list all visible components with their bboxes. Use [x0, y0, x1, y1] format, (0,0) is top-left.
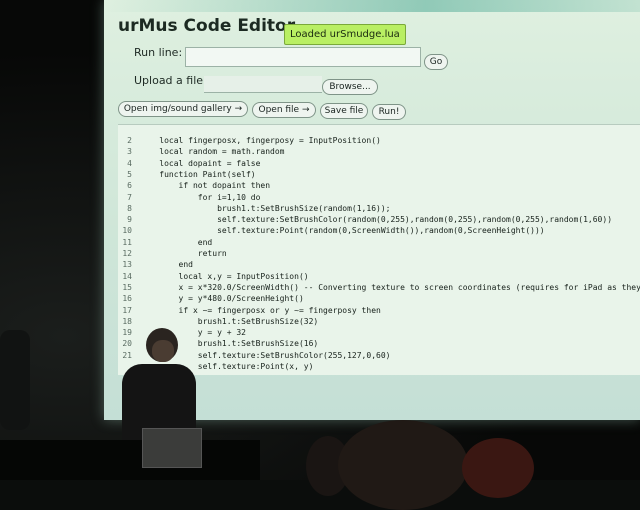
line-number: 12 — [122, 249, 132, 258]
line-number: 11 — [122, 237, 132, 247]
run-line-label: Run line: — [134, 46, 183, 59]
line-number: 16 — [122, 294, 132, 304]
code-line: 9 self.texture:SetBrushColor(random(0,25… — [118, 214, 640, 225]
code-line: 6 if not dopaint then — [118, 180, 640, 191]
line-number: 7 — [127, 192, 132, 202]
laptop — [142, 428, 202, 468]
open-gallery-button[interactable]: Open img/sound gallery → — [118, 101, 248, 117]
line-number: 3 — [127, 147, 132, 157]
podium-desk — [0, 440, 260, 480]
code-line: 8 brush1.t:SetBrushSize(random(1,16)); — [118, 203, 640, 214]
code-text: x = x*320.0/ScreenWidth() -- Converting … — [140, 282, 640, 292]
code-line: 7 for i=1,10 do — [118, 192, 640, 203]
code-line: 12 return — [118, 248, 640, 259]
line-number: 17 — [122, 305, 132, 315]
status-badge: Loaded urSmudge.lua — [284, 24, 406, 45]
line-number: 14 — [122, 271, 132, 281]
code-line: 10 self.texture:Point(random(0,ScreenWid… — [118, 225, 640, 236]
code-line: 5 function Paint(self) — [118, 169, 640, 180]
line-number: 10 — [122, 226, 132, 236]
line-number: 13 — [122, 260, 132, 270]
upload-label: Upload a file: — [134, 74, 207, 87]
go-button[interactable]: Go — [424, 54, 448, 70]
audience-head — [462, 438, 534, 498]
code-text: local fingerposx, fingerposy = InputPosi… — [140, 136, 381, 145]
code-line: 4 local dopaint = false — [118, 158, 640, 169]
code-text: local dopaint = false — [140, 158, 261, 168]
audience-head — [338, 420, 468, 510]
line-number: 4 — [127, 158, 132, 168]
code-line: 3 local random = math.random — [118, 146, 640, 157]
code-line: 2 local fingerposx, fingerposy = InputPo… — [118, 135, 640, 146]
code-line: 16 y = y*480.0/ScreenHeight() — [118, 293, 640, 304]
code-line: 17 if x ~= fingerposx or y ~= fingerposy… — [118, 305, 640, 316]
code-line: 13 end — [118, 259, 640, 270]
line-number: 5 — [127, 169, 132, 179]
code-text: self.texture:Point(random(0,ScreenWidth(… — [140, 226, 545, 236]
code-text: y = y*480.0/ScreenHeight() — [140, 294, 304, 304]
open-file-button[interactable]: Open file → — [252, 102, 316, 118]
code-text: if not dopaint then — [140, 181, 271, 191]
browse-button[interactable]: Browse... — [322, 79, 378, 95]
line-number: 6 — [127, 181, 132, 191]
code-text: for i=1,10 do — [140, 192, 261, 202]
header-swoosh — [104, 0, 640, 12]
line-number: 2 — [127, 136, 132, 145]
code-text: if x ~= fingerposx or y ~= fingerposy th… — [140, 305, 381, 315]
upload-file-field[interactable] — [204, 76, 322, 93]
code-text: return — [140, 249, 227, 258]
code-line: 14 local x,y = InputPosition() — [118, 271, 640, 282]
save-file-button[interactable]: Save file — [320, 103, 368, 119]
code-line: 11 end — [118, 237, 640, 248]
code-text: self.texture:SetBrushColor(random(0,255)… — [140, 215, 613, 225]
code-text: function Paint(self) — [140, 169, 256, 179]
page-title: urMus Code Editor — [118, 16, 296, 36]
code-text: end — [140, 237, 213, 247]
code-line: 15 x = x*320.0/ScreenWidth() -- Converti… — [118, 282, 640, 293]
line-number: 15 — [122, 282, 132, 292]
code-text: end — [140, 260, 193, 270]
code-text: local random = math.random — [140, 147, 285, 157]
audience-member-left — [0, 330, 30, 430]
line-number: 9 — [127, 215, 132, 225]
code-text: local x,y = InputPosition() — [140, 271, 309, 281]
code-text: brush1.t:SetBrushSize(random(1,16)); — [140, 203, 391, 213]
run-line-input[interactable] — [185, 47, 421, 67]
run-button[interactable]: Run! — [372, 104, 406, 120]
line-number: 8 — [127, 203, 132, 213]
